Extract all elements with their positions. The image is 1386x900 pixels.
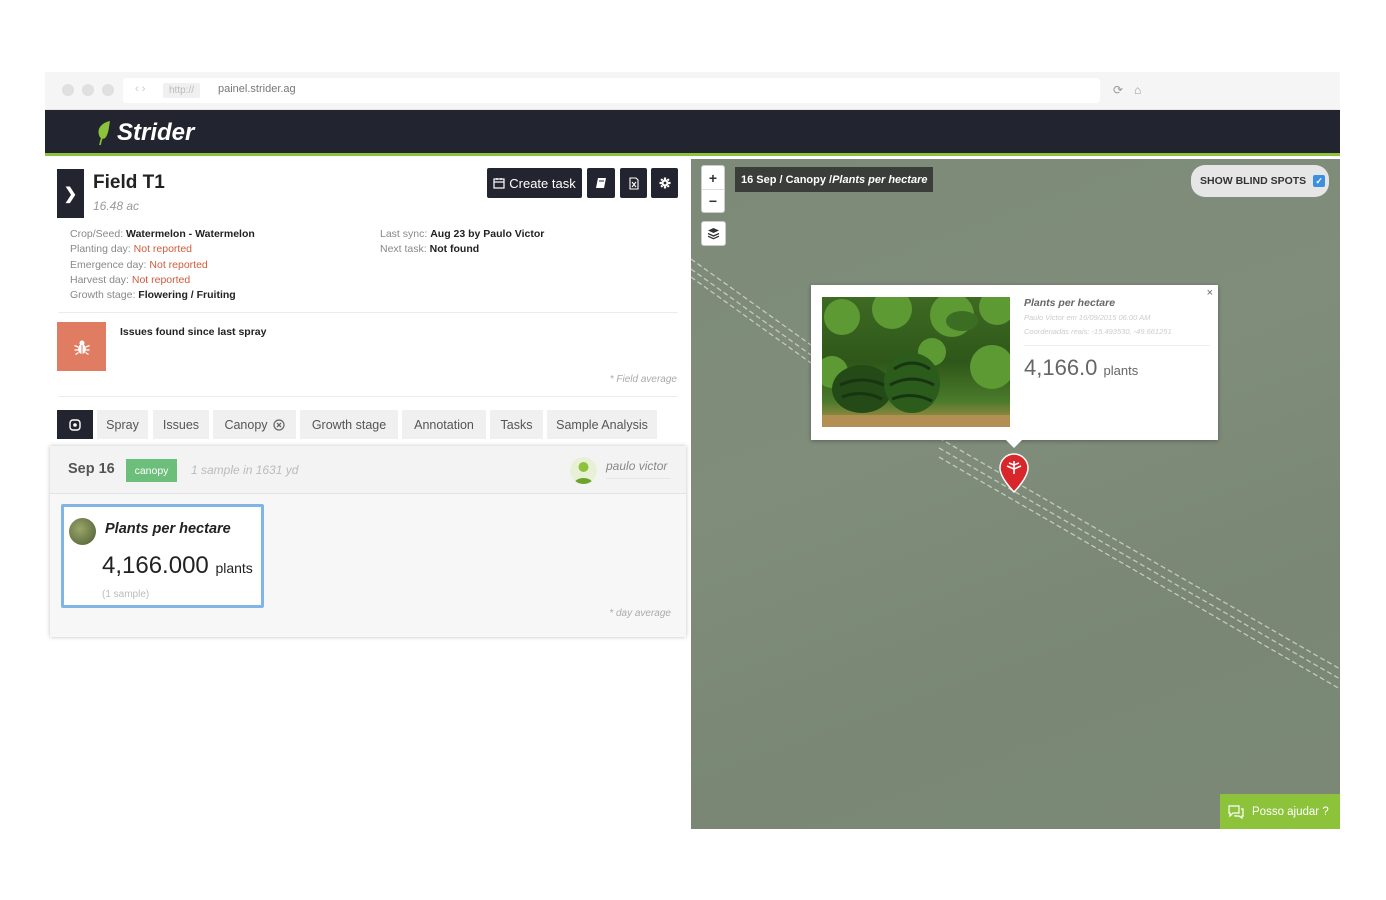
sample-date: Sep 16 xyxy=(68,461,115,477)
watermelon-photo xyxy=(822,297,1010,427)
zoom-control: + − xyxy=(701,165,725,213)
chevron-right-icon: ❯ xyxy=(63,185,78,203)
divider xyxy=(58,312,678,313)
watermelon-image-icon xyxy=(822,297,1010,427)
popup-coordinates: Coordenadas reais: -15.493530, -49.66125… xyxy=(1024,327,1172,336)
metric-value: 4,166.000 plants xyxy=(102,552,253,579)
tab-canopy[interactable]: Canopy xyxy=(213,410,296,439)
growth-stage-row: Growth stage: Flowering / Fruiting xyxy=(70,289,236,302)
tab-issues[interactable]: Issues xyxy=(153,410,209,439)
last-sync-row: Last sync: Aug 23 by Paulo Victor xyxy=(380,228,545,240)
help-label: Posso ajudar ? xyxy=(1252,805,1329,818)
leaf-icon xyxy=(98,121,110,146)
popup-value: 4,166.0 plants xyxy=(1024,355,1139,380)
metric-title: Plants per hectare xyxy=(105,521,231,537)
tab-sample-analysis[interactable]: Sample Analysis xyxy=(547,410,657,439)
popup-divider xyxy=(1024,345,1210,346)
canopy-badge: canopy xyxy=(126,459,177,482)
tab-spray[interactable]: Spray xyxy=(97,410,148,439)
report-button[interactable] xyxy=(587,168,615,198)
bug-icon xyxy=(73,340,90,355)
maximize-window-dot[interactable] xyxy=(102,84,114,96)
help-chat-button[interactable]: Posso ajudar ? xyxy=(1220,794,1340,829)
layers-button[interactable] xyxy=(701,221,726,246)
url-text[interactable]: painel.strider.ag xyxy=(218,83,296,95)
sample-card: Sep 16 canopy 1 sample in 1631 yd paulo … xyxy=(50,446,686,637)
browser-window: ‹ › http:// painel.strider.ag ⟳ ⌂ Stride… xyxy=(45,72,1340,829)
chat-icon xyxy=(1228,804,1244,819)
book-icon xyxy=(596,178,606,188)
tab-overview[interactable] xyxy=(57,410,93,439)
remove-circle-icon[interactable] xyxy=(272,418,285,431)
map-layer-label: 16 Sep / Canopy / Plants per hectare xyxy=(735,167,934,192)
export-excel-button[interactable] xyxy=(620,168,647,198)
blind-spots-toggle[interactable]: SHOW BLIND SPOTS ✓ xyxy=(1191,165,1329,197)
harvest-day-row: Harvest day: Not reported xyxy=(70,273,191,286)
day-average-note: * day average xyxy=(609,608,671,619)
sample-marker-pin-icon[interactable] xyxy=(997,452,1031,494)
field-average-note: * Field average xyxy=(609,374,677,385)
map-view[interactable]: + − 16 Sep / Canopy / Plants per hectare… xyxy=(691,159,1340,829)
field-details-left: Crop/Seed: Watermelon - Watermelon Plant… xyxy=(70,227,255,303)
zoom-out-button[interactable]: − xyxy=(702,189,724,212)
field-title: Field T1 xyxy=(93,172,165,193)
avatar xyxy=(570,457,597,484)
close-window-dot[interactable] xyxy=(62,84,74,96)
tab-growth-stage[interactable]: Growth stage xyxy=(300,410,398,439)
pivot-lines xyxy=(691,258,1340,690)
field-details-right: Last sync: Aug 23 by Paulo Victor Next t… xyxy=(380,227,544,258)
divider xyxy=(58,396,678,397)
minimize-window-dot[interactable] xyxy=(82,84,94,96)
tab-annotation[interactable]: Annotation xyxy=(402,410,486,439)
next-task-row: Next task: Not found xyxy=(380,243,480,256)
emergence-day-row: Emergence day: Not reported xyxy=(70,258,208,271)
field-area: 16.48 ac xyxy=(93,199,140,213)
url-protocol: http:// xyxy=(163,83,201,98)
brand-name: Strider xyxy=(117,119,195,146)
sample-info: 1 sample in 1631 yd xyxy=(191,463,299,477)
excel-file-icon xyxy=(628,176,639,190)
zoom-in-button[interactable]: + xyxy=(702,166,724,189)
create-task-label: Create task xyxy=(509,175,576,191)
metric-count: (1 sample) xyxy=(102,589,150,600)
url-bar[interactable]: ‹ › http:// painel.strider.ag xyxy=(123,78,1100,103)
plant-thumbnail-icon xyxy=(69,518,96,545)
user-icon xyxy=(574,462,593,484)
target-icon xyxy=(69,418,81,431)
reload-icon[interactable]: ⟳ xyxy=(1113,83,1123,97)
collapse-panel-button[interactable]: ❯ xyxy=(57,169,84,218)
home-icon[interactable]: ⌂ xyxy=(1134,83,1141,97)
gear-icon xyxy=(659,177,670,189)
sample-popup: × Plants per hectare Paulo Victor em 16/… xyxy=(811,285,1218,448)
tab-tasks[interactable]: Tasks xyxy=(490,410,543,439)
metric-card[interactable]: Plants per hectare 4,166.000 plants (1 s… xyxy=(61,504,264,608)
layers-icon xyxy=(707,228,720,240)
app-header: Strider xyxy=(45,110,1340,156)
popup-title: Plants per hectare xyxy=(1024,297,1116,309)
planting-day-row: Planting day: Not reported xyxy=(70,243,193,256)
browser-chrome: ‹ › http:// painel.strider.ag ⟳ ⌂ xyxy=(45,72,1340,110)
sample-user[interactable]: paulo victor xyxy=(606,459,670,479)
popup-author: Paulo Victor em 16/09/2015 06:00 AM xyxy=(1024,313,1151,322)
crop-seed-row: Crop/Seed: Watermelon - Watermelon xyxy=(70,228,255,240)
popup-close-button[interactable]: × xyxy=(1207,287,1213,299)
sample-card-header: Sep 16 canopy 1 sample in 1631 yd paulo … xyxy=(50,446,686,494)
settings-button[interactable] xyxy=(651,168,678,198)
issues-summary: Issues found since last spray xyxy=(120,326,267,338)
blind-spots-label: SHOW BLIND SPOTS xyxy=(1200,175,1307,187)
blind-spots-checkbox[interactable]: ✓ xyxy=(1313,175,1326,187)
tab-canopy-label: Canopy xyxy=(224,417,268,432)
strider-logo[interactable]: Strider xyxy=(95,119,194,147)
create-task-button[interactable]: Create task xyxy=(487,168,582,198)
field-panel: ❯ Field T1 16.48 ac Create task Crop/See… xyxy=(45,159,691,829)
issues-indicator[interactable] xyxy=(57,322,106,371)
back-forward-icon[interactable]: ‹ › xyxy=(135,83,145,95)
calendar-icon xyxy=(493,178,505,189)
